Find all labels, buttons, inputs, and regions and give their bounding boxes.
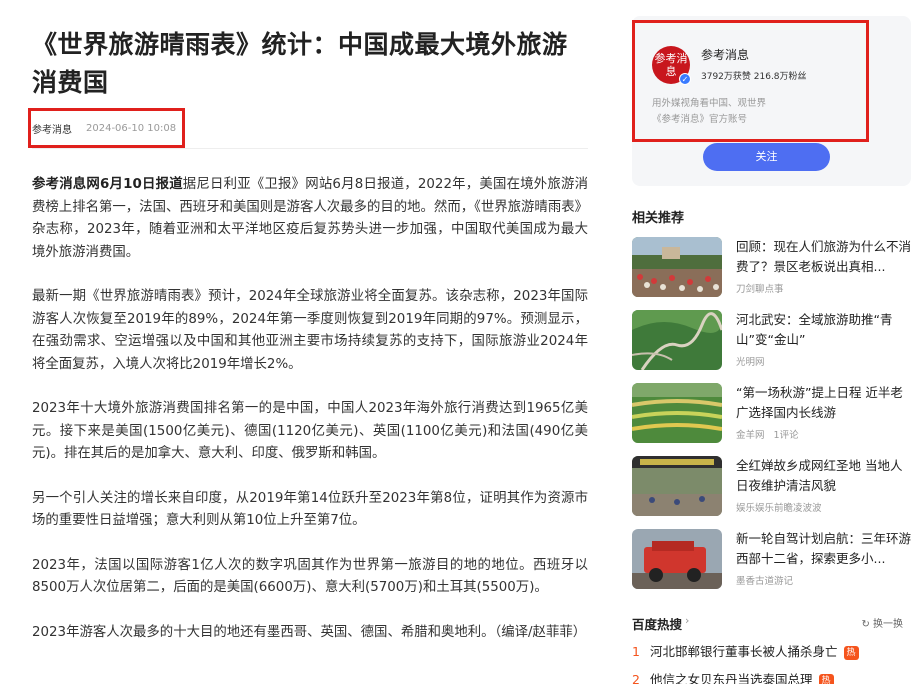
mountain-road-image	[632, 310, 722, 370]
refresh-icon: ↻	[861, 619, 873, 630]
article-lead: 参考消息网6月10日报道	[32, 177, 183, 192]
related-item[interactable]: “第一场秋游”提上日程 近半老广选择国内长线游 金羊网 1评论	[632, 383, 911, 443]
article-paragraph: 参考消息网6月10日报道据尼日利亚《卫报》网站6月8日报道，2022年，美国在境…	[32, 174, 588, 264]
related-item[interactable]: 回顾：现在人们旅游为什么不消费了？景区老板说出真相... 刀剑聊点事	[632, 237, 911, 297]
hot-text[interactable]: 河北邯郸银行董事长被人捅杀身亡	[650, 644, 838, 659]
refresh-label: 换一换	[873, 619, 903, 630]
related-headline[interactable]: 河北武安：全域旅游助推“青山”变“金山”	[736, 310, 911, 350]
hot-tag-badge: 热	[843, 646, 859, 660]
related-item[interactable]: 新一轮自驾计划启航：三年环游西部十二省，探索更多小... 墨香古道游记	[632, 529, 911, 589]
hot-rank: 1	[632, 644, 640, 659]
related-source: 光明网	[736, 357, 765, 368]
related-comments: 1评论	[773, 430, 799, 441]
article-paragraph: 另一个引人关注的增长来自印度，从2019年第14位跃升至2023年第8位，证明其…	[32, 490, 588, 529]
offroad-car-image	[632, 529, 722, 589]
article-paragraph: 最新一期《世界旅游晴雨表》预计，2024年全球旅游业将全面复苏。该杂志称，202…	[32, 289, 588, 372]
related-source: 金羊网	[736, 430, 765, 441]
hot-search-header: 百度热搜 › ↻ 换一换	[632, 614, 911, 633]
terraced-fields-image	[632, 383, 722, 443]
hot-rank: 2	[632, 672, 640, 684]
related-source-line: 金羊网 1评论	[736, 427, 799, 441]
title-divider	[32, 148, 588, 149]
article-body: 参考消息网6月10日报道据尼日利亚《卫报》网站6月8日报道，2022年，美国在境…	[32, 174, 588, 666]
related-source: 刀剑聊点事	[736, 284, 784, 295]
related-section-title: 相关推荐	[632, 211, 685, 226]
hot-text[interactable]: 他信之女贝东丹当选泰国总理	[650, 672, 813, 684]
related-thumbnail[interactable]	[632, 237, 722, 297]
related-source: 娱乐娱乐前瞻凌波波	[736, 503, 822, 514]
related-headline[interactable]: 回顾：现在人们旅游为什么不消费了？景区老板说出真相...	[736, 237, 911, 277]
village-street-image	[632, 456, 722, 516]
hot-tag-badge: 热	[818, 674, 834, 684]
follow-button[interactable]: 关注	[703, 143, 830, 171]
related-item[interactable]: 河北武安：全域旅游助推“青山”变“金山” 光明网	[632, 310, 911, 370]
author-highlight-box	[632, 20, 869, 142]
related-thumbnail[interactable]	[632, 383, 722, 443]
article-column: 《世界旅游晴雨表》统计：中国成最大境外旅游消费国 参考消息 2024-06-10…	[28, 0, 588, 640]
related-headline[interactable]: “第一场秋游”提上日程 近半老广选择国内长线游	[736, 383, 911, 423]
meta-highlight-box	[28, 108, 185, 148]
related-item[interactable]: 全红婵故乡成网红圣地 当地人日夜维护清洁风貌 娱乐娱乐前瞻凌波波	[632, 456, 911, 516]
related-headline[interactable]: 新一轮自驾计划启航：三年环游西部十二省，探索更多小...	[736, 529, 911, 569]
hot-search-item[interactable]: 2 他信之女贝东丹当选泰国总理热	[632, 669, 911, 684]
hot-search-item[interactable]: 1 河北邯郸银行董事长被人捅杀身亡热	[632, 641, 911, 660]
article-paragraph: 2023年十大境外旅游消费国排名第一的是中国，中国人2023年海外旅行消费达到1…	[32, 401, 588, 461]
refresh-button[interactable]: ↻ 换一换	[861, 615, 903, 630]
article-paragraph: 2023年，法国以国际游客1亿人次的数字巩固其作为世界第一旅游目的地的地位。西班…	[32, 557, 588, 596]
article-title: 《世界旅游晴雨表》统计：中国成最大境外旅游消费国	[32, 30, 568, 97]
article-paragraph: 2023年游客人次最多的十大目的地还有墨西哥、英国、德国、希腊和奥地利。（编译/…	[32, 624, 587, 640]
related-source: 墨香古道游记	[736, 576, 794, 587]
related-headline[interactable]: 全红婵故乡成网红圣地 当地人日夜维护清洁风貌	[736, 456, 911, 496]
hot-search-title[interactable]: 百度热搜	[632, 614, 682, 633]
crowd-scene-image	[632, 237, 722, 297]
chevron-right-icon[interactable]: ›	[685, 614, 689, 627]
related-thumbnail[interactable]	[632, 529, 722, 589]
related-thumbnail[interactable]	[632, 310, 722, 370]
related-thumbnail[interactable]	[632, 456, 722, 516]
